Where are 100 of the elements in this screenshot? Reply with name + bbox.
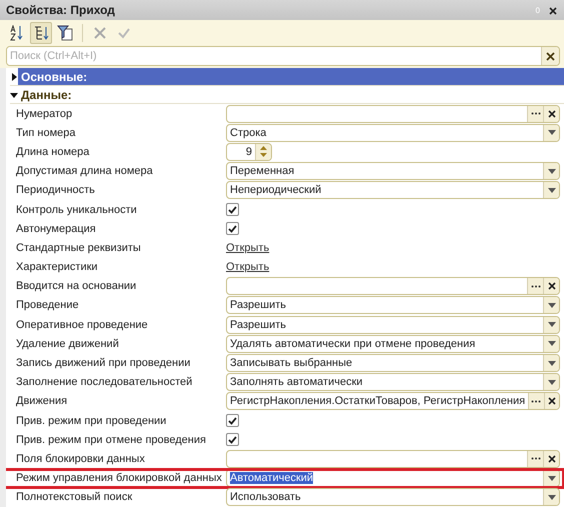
dropdown-button[interactable] bbox=[543, 316, 559, 333]
property-row[interactable]: Проведение Разрешить bbox=[10, 296, 564, 316]
checkmark-icon bbox=[228, 224, 237, 233]
check-icon bbox=[118, 27, 130, 39]
checkbox[interactable] bbox=[226, 222, 239, 236]
property-row[interactable]: Поля блокировки данных bbox=[10, 449, 564, 469]
property-label: Движения bbox=[15, 395, 68, 408]
filter-icon bbox=[57, 25, 73, 41]
choose-button[interactable] bbox=[527, 450, 543, 467]
ellipsis-icon bbox=[531, 400, 542, 403]
property-row[interactable]: Периодичность Непериодический bbox=[10, 180, 564, 200]
property-label: Оперативное проведение bbox=[15, 318, 149, 331]
number-field[interactable]: 9 bbox=[226, 142, 272, 161]
dropdown-field[interactable]: Записывать выбранные bbox=[226, 354, 560, 372]
property-label: Полнотекстовый поиск bbox=[15, 491, 134, 504]
dropdown-field[interactable]: Разрешить bbox=[226, 296, 560, 314]
checkmark-icon bbox=[228, 206, 237, 214]
property-row[interactable]: Удаление движений Удалять автоматически при отмене проведения bbox=[10, 334, 564, 354]
open-link[interactable]: Открыть bbox=[226, 242, 270, 254]
clear-icon bbox=[548, 397, 556, 406]
property-row[interactable]: Допустимая длина номера Переменная bbox=[10, 162, 564, 181]
clear-button[interactable] bbox=[543, 450, 559, 467]
dropdown-button[interactable] bbox=[543, 163, 559, 180]
clear-button[interactable] bbox=[543, 106, 559, 122]
select-field[interactable] bbox=[226, 104, 560, 123]
expand-arrow-icon[interactable] bbox=[10, 72, 18, 80]
property-row[interactable]: Режим управления блокировкой данных Автоматический bbox=[6, 468, 564, 488]
clear-icon bbox=[549, 7, 557, 15]
dropdown-field[interactable]: Удалять автоматически при отмене проведения bbox=[226, 334, 560, 353]
spin-button[interactable] bbox=[255, 144, 271, 160]
choose-button[interactable] bbox=[528, 393, 544, 410]
toolbar-button[interactable] bbox=[30, 22, 52, 44]
dropdown-field[interactable]: Строка bbox=[226, 124, 560, 142]
checkbox[interactable] bbox=[226, 414, 239, 428]
property-row[interactable]: Полнотекстовый поиск Использовать bbox=[10, 488, 564, 507]
property-row[interactable]: Вводится на основании bbox=[10, 276, 564, 296]
select-field[interactable]: РегистрНакопления.ОстаткиТоваров, РегистрНакопления bbox=[226, 392, 560, 410]
choose-button[interactable] bbox=[527, 278, 543, 294]
dropdown-field[interactable]: Переменная bbox=[226, 162, 560, 180]
dropdown-icon bbox=[548, 130, 556, 136]
property-row[interactable]: Прив. режим при проведении bbox=[10, 411, 564, 430]
group-header[interactable]: Основные: bbox=[18, 68, 564, 85]
dropdown-field[interactable]: Заполнять автоматически bbox=[226, 373, 560, 392]
dropdown-icon bbox=[548, 302, 556, 308]
dropdown-button[interactable] bbox=[543, 336, 559, 352]
checkbox[interactable] bbox=[226, 203, 239, 216]
close-icon bbox=[94, 27, 106, 39]
property-label: Тип номера bbox=[15, 126, 77, 139]
dropdown-button[interactable] bbox=[543, 470, 559, 486]
property-row[interactable]: Движения РегистрНакопления.ОстаткиТоваров, РегистрНакопления bbox=[10, 392, 564, 411]
dropdown-button[interactable] bbox=[543, 355, 559, 372]
select-field[interactable] bbox=[226, 450, 560, 468]
property-row[interactable]: Контроль уникальности bbox=[10, 200, 564, 220]
property-row[interactable]: Заполнение последовательностей Заполнять автоматически bbox=[10, 372, 564, 392]
property-label: Контроль уникальности bbox=[15, 204, 138, 216]
property-row[interactable]: Оперативное проведение Разрешить bbox=[10, 315, 564, 334]
dropdown-button[interactable] bbox=[543, 297, 559, 314]
select-field[interactable] bbox=[226, 277, 560, 296]
clear-button[interactable] bbox=[544, 393, 559, 410]
dropdown-button[interactable] bbox=[543, 489, 559, 506]
group-header[interactable]: Данные: bbox=[18, 86, 564, 103]
property-row[interactable]: Нумератор bbox=[10, 104, 564, 124]
property-label: Поля блокировки данных bbox=[15, 452, 146, 465]
property-label: Прив. режим при отмене проведения bbox=[15, 434, 207, 446]
dropdown-field[interactable]: Непериодический bbox=[226, 181, 560, 200]
dropdown-button[interactable] bbox=[543, 182, 559, 198]
property-row[interactable]: Тип номера Строка bbox=[10, 123, 564, 142]
property-row[interactable]: Характеристики Открыть bbox=[10, 258, 564, 277]
spin-arrows-icon bbox=[260, 146, 267, 158]
property-row[interactable]: Запись движений при проведении Записывать выбранные bbox=[10, 353, 564, 373]
dropdown-button[interactable] bbox=[543, 124, 559, 141]
dropdown-icon bbox=[548, 380, 556, 385]
choose-button[interactable] bbox=[527, 106, 543, 122]
open-link[interactable]: Открыть bbox=[226, 261, 270, 274]
collapse-arrow-icon[interactable] bbox=[10, 90, 18, 98]
property-row[interactable]: Автонумерация bbox=[10, 219, 564, 238]
ellipsis-icon bbox=[530, 112, 540, 116]
dropdown-icon bbox=[548, 322, 556, 328]
property-label: Удаление движений bbox=[15, 338, 120, 350]
checkbox[interactable] bbox=[226, 433, 239, 446]
window-title: Свойства: Приход bbox=[6, 3, 116, 17]
dropdown-icon bbox=[548, 360, 556, 366]
clear-button[interactable] bbox=[543, 278, 559, 294]
property-label: Длина номера bbox=[15, 146, 90, 158]
property-label: Периодичность bbox=[15, 184, 96, 196]
property-label: Вводится на основании bbox=[15, 280, 138, 292]
clear-icon bbox=[548, 282, 556, 290]
dropdown-field[interactable]: Использовать bbox=[226, 488, 560, 506]
dropdown-icon bbox=[548, 188, 556, 193]
property-label: Характеристики bbox=[15, 261, 99, 274]
dropdown-field[interactable]: Автоматический bbox=[226, 469, 560, 488]
property-row[interactable]: Стандартные реквизиты Открыть bbox=[10, 238, 564, 258]
tree-list-icon bbox=[33, 25, 49, 41]
dropdown-button[interactable] bbox=[543, 374, 559, 390]
property-row[interactable]: Прив. режим при отмене проведения bbox=[10, 430, 564, 450]
property-label: Допустимая длина номера bbox=[15, 165, 154, 178]
dropdown-field[interactable]: Разрешить bbox=[226, 316, 560, 334]
property-row[interactable]: Длина номера 9 bbox=[10, 142, 564, 162]
clear-search-button[interactable] bbox=[541, 47, 559, 65]
clear-icon bbox=[548, 110, 556, 118]
